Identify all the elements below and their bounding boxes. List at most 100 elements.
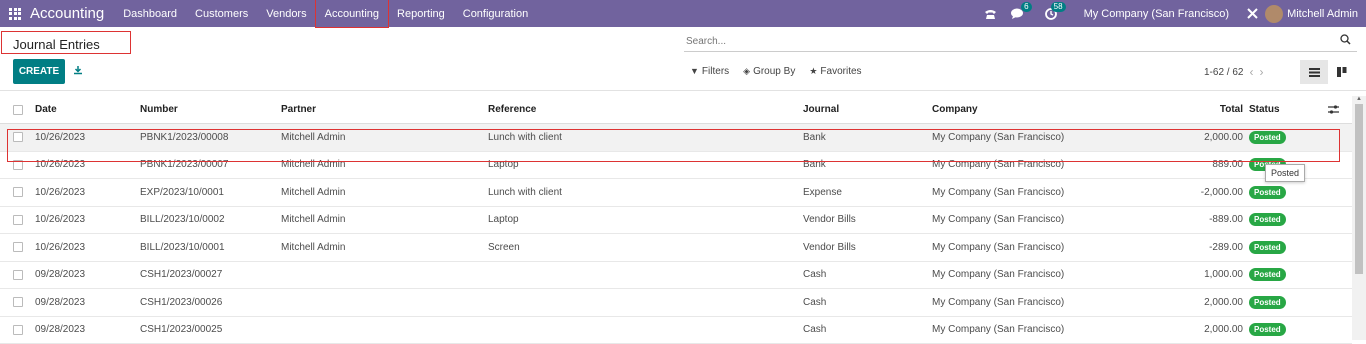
filter-icon: ▼ xyxy=(690,66,699,76)
status-badge: Posted xyxy=(1249,268,1286,281)
col-date[interactable]: Date xyxy=(35,96,57,123)
status-badge: Posted xyxy=(1249,131,1286,144)
row-checkbox[interactable] xyxy=(13,124,23,151)
app-menu-icon[interactable] xyxy=(0,0,30,27)
cell-partner: Mitchell Admin xyxy=(281,207,345,234)
cell-company: My Company (San Francisco) xyxy=(932,289,1064,316)
layers-icon: ◈ xyxy=(743,66,750,76)
page-title: Journal Entries xyxy=(1,31,131,54)
optional-columns-icon[interactable] xyxy=(1328,96,1339,123)
col-company[interactable]: Company xyxy=(932,96,978,123)
cell-date: 10/26/2023 xyxy=(35,234,85,261)
cell-journal: Bank xyxy=(803,152,826,179)
cell-reference: Lunch with client xyxy=(488,179,562,206)
cell-date: 09/28/2023 xyxy=(35,317,85,344)
col-reference[interactable]: Reference xyxy=(488,96,536,123)
row-checkbox[interactable] xyxy=(13,289,23,316)
col-status[interactable]: Status xyxy=(1249,96,1280,123)
cell-journal: Cash xyxy=(803,317,826,344)
cell-date: 09/28/2023 xyxy=(35,262,85,289)
table-row[interactable]: 10/26/2023 EXP/2023/10/0001 Mitchell Adm… xyxy=(0,179,1352,207)
messages-icon[interactable]: 6 xyxy=(1004,0,1030,27)
search-icon[interactable] xyxy=(1340,34,1351,48)
col-journal[interactable]: Journal xyxy=(803,96,839,123)
select-all-checkbox[interactable] xyxy=(13,96,23,123)
phone-icon[interactable] xyxy=(978,0,1004,27)
vertical-scrollbar[interactable]: ▲ xyxy=(1352,96,1366,340)
cell-total: 889.00 xyxy=(1212,152,1243,179)
cell-company: My Company (San Francisco) xyxy=(932,124,1064,151)
cell-number: CSH1/2023/00027 xyxy=(140,262,222,289)
menu-vendors[interactable]: Vendors xyxy=(257,0,315,27)
table-row[interactable]: 09/28/2023 CSH1/2023/00027 Cash My Compa… xyxy=(0,262,1352,290)
status-badge: Posted xyxy=(1249,186,1286,199)
cell-journal: Bank xyxy=(803,124,826,151)
row-checkbox[interactable] xyxy=(13,317,23,344)
menu-accounting[interactable]: Accounting xyxy=(316,0,388,27)
cell-number: BILL/2023/10/0001 xyxy=(140,234,225,261)
list-view-icon[interactable] xyxy=(1300,60,1328,84)
cell-status: Posted xyxy=(1249,234,1286,261)
cell-total: -289.00 xyxy=(1209,234,1243,261)
menu-reporting[interactable]: Reporting xyxy=(388,0,454,27)
row-checkbox[interactable] xyxy=(13,207,23,234)
kanban-view-icon[interactable] xyxy=(1328,60,1356,84)
company-switcher[interactable]: My Company (San Francisco) xyxy=(1064,8,1240,20)
group-by-button[interactable]: ◈Group By xyxy=(743,66,795,77)
table-row[interactable]: 10/26/2023 PBNK1/2023/00008 Mitchell Adm… xyxy=(0,124,1352,152)
cell-company: My Company (San Francisco) xyxy=(932,234,1064,261)
messages-count-badge: 6 xyxy=(1021,2,1031,12)
search-input[interactable] xyxy=(684,31,1324,51)
status-badge: Posted xyxy=(1249,241,1286,254)
filters-button[interactable]: ▼Filters xyxy=(690,66,729,77)
search-filters: ▼Filters ◈Group By ★Favorites xyxy=(690,66,862,77)
table-header: Date Number Partner Reference Journal Co… xyxy=(0,96,1352,124)
cell-status: Posted xyxy=(1249,262,1286,289)
scrollbar-thumb[interactable] xyxy=(1355,104,1363,274)
activities-icon[interactable]: 58 xyxy=(1038,0,1064,27)
col-partner[interactable]: Partner xyxy=(281,96,316,123)
top-navbar: Accounting Dashboard Customers Vendors A… xyxy=(0,0,1366,27)
cell-company: My Company (San Francisco) xyxy=(932,179,1064,206)
menu-configuration[interactable]: Configuration xyxy=(454,0,537,27)
cell-reference: Laptop xyxy=(488,152,519,179)
cell-total: -889.00 xyxy=(1209,207,1243,234)
cell-number: PBNK1/2023/00007 xyxy=(140,152,228,179)
view-switcher xyxy=(1300,60,1356,84)
debug-tools-icon[interactable] xyxy=(1239,0,1265,27)
table-row[interactable]: 10/26/2023 PBNK1/2023/00007 Mitchell Adm… xyxy=(0,152,1352,180)
cell-company: My Company (San Francisco) xyxy=(932,207,1064,234)
activities-count-badge: 58 xyxy=(1051,2,1066,12)
pager-value[interactable]: 1-62 / 62 xyxy=(1204,67,1243,78)
table-row[interactable]: 10/26/2023 BILL/2023/10/0001 Mitchell Ad… xyxy=(0,234,1352,262)
row-checkbox[interactable] xyxy=(13,262,23,289)
favorites-button[interactable]: ★Favorites xyxy=(809,66,861,77)
cell-number: EXP/2023/10/0001 xyxy=(140,179,224,206)
cell-company: My Company (San Francisco) xyxy=(932,262,1064,289)
cell-partner: Mitchell Admin xyxy=(281,124,345,151)
cell-journal: Cash xyxy=(803,289,826,316)
row-checkbox[interactable] xyxy=(13,152,23,179)
app-brand[interactable]: Accounting xyxy=(30,5,104,22)
menu-customers[interactable]: Customers xyxy=(186,0,257,27)
menu-dashboard[interactable]: Dashboard xyxy=(114,0,186,27)
row-checkbox[interactable] xyxy=(13,179,23,206)
col-total[interactable]: Total xyxy=(1220,96,1243,123)
cell-total: -2,000.00 xyxy=(1201,179,1243,206)
table-row[interactable]: 10/26/2023 BILL/2023/10/0002 Mitchell Ad… xyxy=(0,207,1352,235)
create-button[interactable]: CREATE xyxy=(13,59,65,84)
cell-date: 10/26/2023 xyxy=(35,207,85,234)
pager: 1-62 / 62 ‹ › xyxy=(1204,65,1263,79)
chevron-right-icon[interactable]: › xyxy=(1259,65,1263,79)
row-checkbox[interactable] xyxy=(13,234,23,261)
chevron-left-icon[interactable]: ‹ xyxy=(1249,65,1253,79)
col-number[interactable]: Number xyxy=(140,96,178,123)
cell-partner: Mitchell Admin xyxy=(281,234,345,261)
cell-status: Posted xyxy=(1249,124,1286,151)
cell-status: Posted xyxy=(1249,179,1286,206)
cell-reference: Laptop xyxy=(488,207,519,234)
scroll-up-icon[interactable]: ▲ xyxy=(1356,96,1362,102)
user-menu[interactable]: Mitchell Admin xyxy=(1265,5,1366,23)
download-icon[interactable] xyxy=(73,65,83,78)
table-row[interactable]: 09/28/2023 CSH1/2023/00026 Cash My Compa… xyxy=(0,289,1352,317)
